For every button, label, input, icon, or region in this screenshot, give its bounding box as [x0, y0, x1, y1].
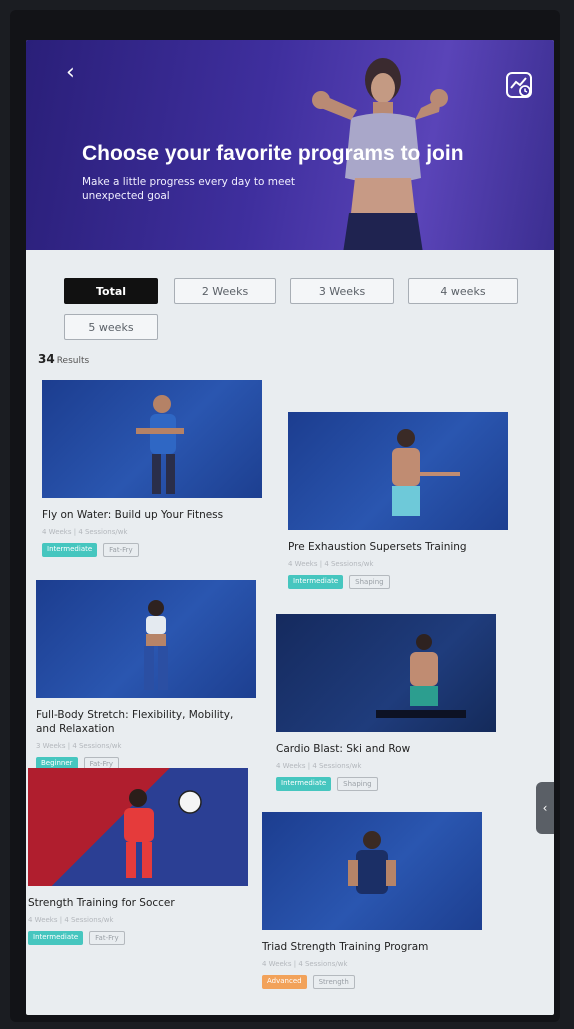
filter-chip-total[interactable]: Total — [64, 278, 158, 304]
level-badge: Intermediate — [28, 931, 84, 945]
level-badge: Advanced — [262, 975, 307, 989]
athlete-image — [144, 600, 168, 690]
side-panel-handle[interactable]: ‹ — [536, 782, 554, 834]
back-button[interactable]: ‹ — [66, 62, 75, 84]
page-subtitle: Make a little progress every day to meet… — [82, 176, 296, 202]
program-meta: 4 Weeks | 4 Sessions/wk — [276, 762, 362, 770]
results-count: 34 Results — [38, 352, 89, 366]
level-badge: Intermediate — [42, 543, 98, 557]
program-meta: 4 Weeks | 4 Sessions/wk — [288, 560, 374, 568]
program-thumbnail — [262, 812, 482, 930]
program-thumbnail — [42, 380, 262, 498]
category-badge: Shaping — [349, 575, 390, 589]
athlete-image — [392, 429, 460, 516]
athlete-image — [124, 789, 202, 878]
results-label: Results — [56, 356, 90, 366]
program-meta: 4 Weeks | 4 Sessions/wk — [262, 960, 348, 968]
device-frame: ‹ Choose your favorite programs to join … — [10, 10, 560, 1022]
program-thumbnail — [36, 580, 256, 698]
filter-chip-2-weeks[interactable]: 2 Weeks — [174, 278, 276, 304]
level-badge: Intermediate — [288, 575, 344, 589]
program-thumbnail — [276, 614, 496, 732]
filter-chip-4-weeks[interactable]: 4 weeks — [408, 278, 518, 304]
program-meta: 4 Weeks | 4 Sessions/wk — [28, 916, 114, 924]
program-meta: 4 Weeks | 4 Sessions/wk — [42, 528, 128, 536]
results-number: 34 — [38, 352, 55, 366]
program-card[interactable]: Cardio Blast: Ski and Row 4 Weeks | 4 Se… — [276, 614, 496, 791]
program-title: Cardio Blast: Ski and Row — [276, 743, 411, 755]
category-badge: Fat-Fry — [103, 543, 139, 557]
program-card[interactable]: Fly on Water: Build up Your Fitness 4 We… — [42, 380, 262, 557]
hero-banner: ‹ Choose your favorite programs to join … — [26, 40, 554, 250]
athlete-image — [376, 634, 466, 718]
program-title: Triad Strength Training Program — [262, 941, 429, 953]
filter-chip-5-weeks[interactable]: 5 weeks — [64, 314, 158, 340]
athlete-image — [348, 831, 396, 894]
program-title: Full-Body Stretch: Flexibility, Mobility… — [36, 709, 234, 735]
program-thumbnail — [28, 768, 248, 886]
category-badge: Fat-Fry — [89, 931, 125, 945]
page-title: Choose your favorite programs to join — [82, 142, 464, 165]
program-card[interactable]: Pre Exhaustion Supersets Training 4 Week… — [288, 412, 508, 589]
filter-chip-3-weeks[interactable]: 3 Weeks — [290, 278, 394, 304]
category-badge: Shaping — [337, 777, 378, 791]
duration-filter: Total 2 Weeks 3 Weeks 4 weeks 5 weeks — [64, 278, 534, 348]
category-badge: Strength — [312, 975, 355, 989]
athlete-image — [136, 395, 184, 494]
program-title: Fly on Water: Build up Your Fitness — [42, 509, 224, 521]
program-meta: 3 Weeks | 4 Sessions/wk — [36, 742, 122, 750]
program-title: Strength Training for Soccer — [28, 897, 175, 909]
chart-history-icon[interactable] — [506, 72, 532, 98]
program-card[interactable]: Triad Strength Training Program 4 Weeks … — [262, 812, 482, 989]
level-badge: Intermediate — [276, 777, 332, 791]
chevron-left-icon: ‹ — [542, 801, 548, 815]
app-screen: ‹ Choose your favorite programs to join … — [26, 40, 554, 1015]
program-card[interactable]: Full-Body Stretch: Flexibility, Mobility… — [36, 580, 256, 771]
program-card[interactable]: Strength Training for Soccer 4 Weeks | 4… — [28, 768, 248, 945]
program-thumbnail — [288, 412, 508, 530]
program-title: Pre Exhaustion Supersets Training — [288, 541, 467, 553]
